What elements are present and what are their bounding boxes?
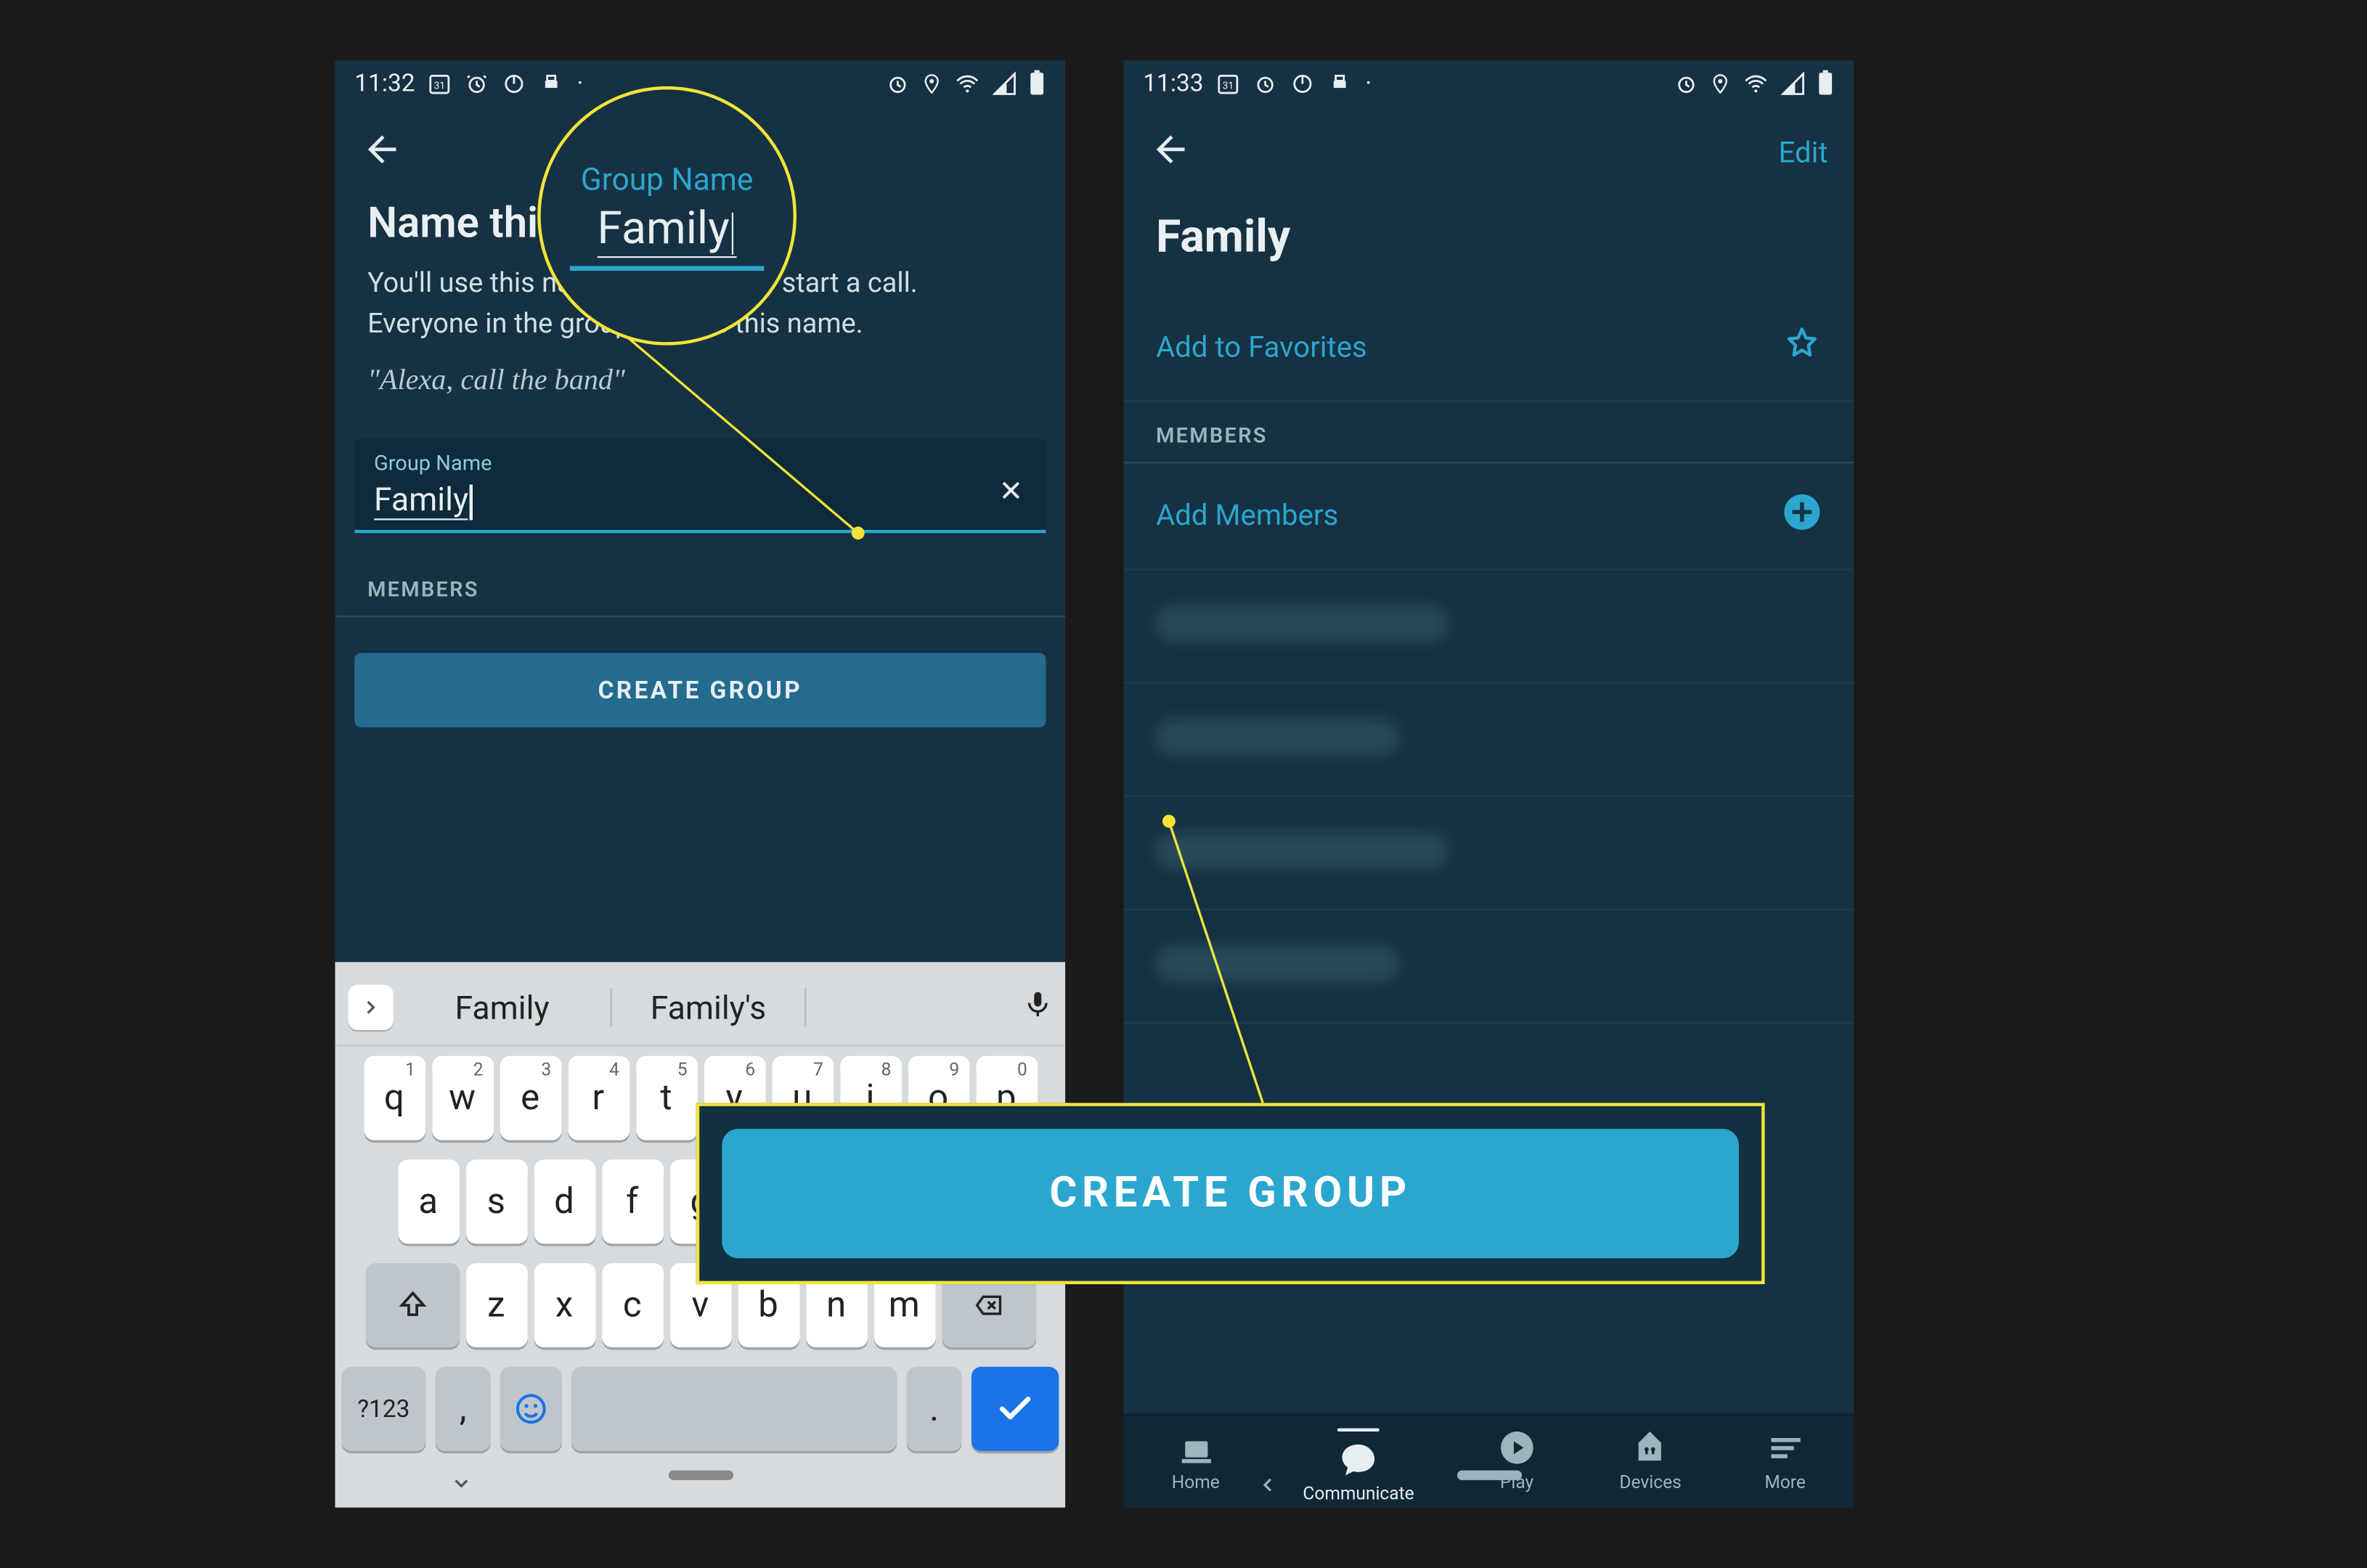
annotation-zoom-value: Family bbox=[598, 202, 737, 258]
annotation-zoom-label: Group Name bbox=[581, 161, 754, 198]
annotation-dot bbox=[852, 526, 865, 539]
annotation-dot bbox=[1162, 814, 1176, 828]
annotation-cta-zoom: CREATE GROUP bbox=[696, 1103, 1765, 1284]
annotation-cta-label: CREATE GROUP bbox=[722, 1129, 1738, 1258]
annotation-zoom-circle: Group Name Family bbox=[537, 86, 797, 346]
